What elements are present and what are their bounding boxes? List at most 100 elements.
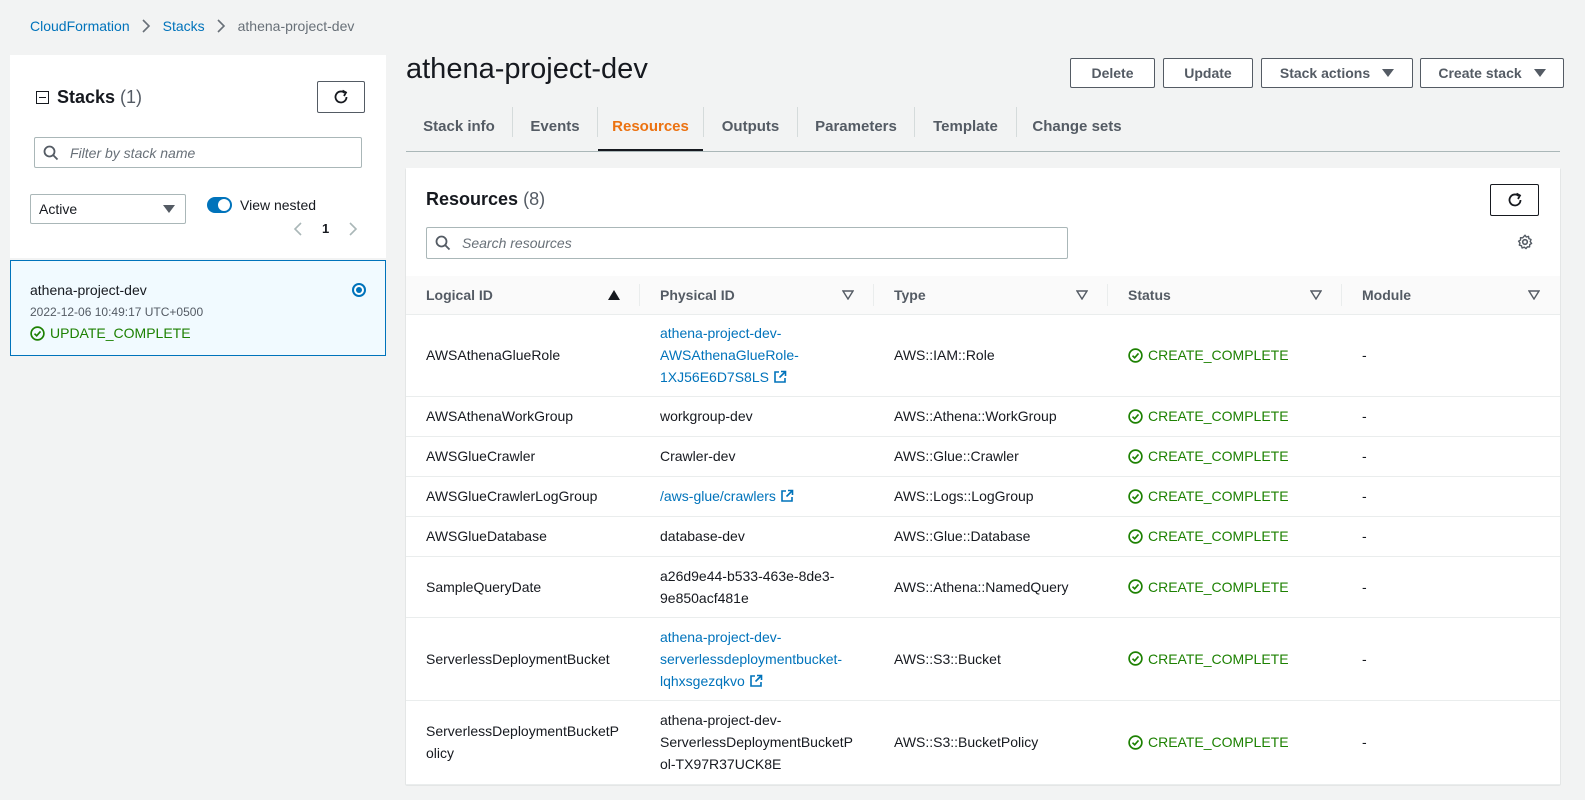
table-row: SampleQueryDate a26d9e44-b533-463e-8de3- 9… [406, 556, 1560, 618]
sort-icon [1310, 290, 1322, 300]
logical-id-cell: AWSGlueCrawler [406, 436, 640, 477]
column-module[interactable]: Module [1342, 276, 1560, 314]
tab-resources[interactable]: Resources [598, 103, 703, 151]
refresh-icon [1508, 192, 1521, 207]
tab-outputs[interactable]: Outputs [704, 103, 797, 150]
logical-id-cell: AWSAthenaWorkGroup [406, 396, 640, 437]
status-cell: CREATE_COMPLETE [1108, 396, 1342, 437]
logical-id-cell: SampleQueryDate [406, 556, 640, 618]
logical-id-cell: ServerlessDeploymentBucketP olicy [406, 700, 640, 785]
type-cell: AWS::Athena::NamedQuery [874, 556, 1108, 618]
tab-parameters[interactable]: Parameters [798, 103, 914, 150]
check-circle-icon [1128, 651, 1143, 666]
stacks-panel-title: Stacks (1) [36, 87, 142, 108]
table-row: AWSAthenaWorkGroup workgroup-dev AWS::Athe… [406, 396, 1560, 437]
status-cell: CREATE_COMPLETE [1108, 617, 1342, 701]
status-badge: CREATE_COMPLETE [1128, 405, 1342, 427]
search-icon [43, 145, 59, 160]
stack-filter[interactable] [34, 137, 362, 168]
view-nested-toggle[interactable] [207, 197, 232, 213]
tab-bar: Stack info Events Resources Outputs Para… [406, 103, 1560, 152]
check-circle-icon [1128, 347, 1143, 363]
resources-title-text: Resources [426, 189, 519, 209]
stacks-refresh-button[interactable] [317, 81, 365, 113]
tab-change-sets[interactable]: Change sets [1017, 103, 1137, 150]
chevron-right-icon[interactable] [349, 221, 358, 236]
resources-title: Resources (8) [426, 189, 545, 210]
status-filter-select[interactable]: Active [30, 194, 186, 224]
view-nested-label: View nested [240, 197, 317, 213]
tab-template[interactable]: Template [915, 103, 1016, 150]
caret-down-icon [1533, 69, 1546, 77]
module-cell: - [1342, 617, 1560, 701]
status-cell: CREATE_COMPLETE [1108, 700, 1342, 785]
stacks-title: Stacks [57, 87, 116, 107]
resource-search[interactable] [426, 227, 1068, 259]
breadcrumb-stacks[interactable]: Stacks [163, 18, 205, 34]
collapse-icon[interactable] [36, 91, 49, 104]
physical-id-text: athena-project-dev- ServerlessDeploymentB… [660, 712, 853, 772]
physical-id-link[interactable]: athena-project-dev-serverlessdeploymentb… [660, 629, 842, 689]
logical-id-cell: AWSGlueCrawlerLogGroup [406, 476, 640, 517]
check-circle-icon [1128, 488, 1143, 504]
delete-button[interactable]: Delete [1070, 58, 1155, 88]
page-number[interactable]: 1 [322, 221, 329, 236]
status-cell: CREATE_COMPLETE [1108, 476, 1342, 517]
chevron-right-icon [142, 19, 151, 33]
type-cell: AWS::Glue::Database [874, 516, 1108, 557]
tab-events[interactable]: Events [513, 103, 597, 150]
sort-icon [1076, 290, 1088, 300]
check-circle-icon [1128, 448, 1143, 464]
caret-down-icon [163, 205, 175, 213]
status-cell: CREATE_COMPLETE [1108, 436, 1342, 477]
tab-stack-info[interactable]: Stack info [406, 103, 512, 150]
chevron-left-icon[interactable] [293, 221, 302, 236]
module-cell: - [1342, 556, 1560, 618]
external-link-icon [781, 489, 794, 502]
gear-icon[interactable] [1517, 234, 1533, 250]
physical-id-cell: a26d9e44-b533-463e-8de3- 9e850acf481e [640, 556, 874, 618]
status-cell: CREATE_COMPLETE [1108, 516, 1342, 557]
stack-list-item[interactable]: athena-project-dev 2022-12-06 10:49:17 U… [10, 260, 386, 356]
status-filter-value: Active [39, 201, 78, 217]
module-cell: - [1342, 516, 1560, 557]
create-stack-button[interactable]: Create stack [1420, 58, 1564, 88]
stack-filter-input[interactable] [68, 143, 352, 162]
check-circle-icon [1128, 734, 1143, 750]
type-cell: AWS::Athena::WorkGroup [874, 396, 1108, 437]
status-badge: CREATE_COMPLETE [1128, 344, 1342, 366]
module-cell: - [1342, 436, 1560, 477]
page-title: athena-project-dev [406, 53, 648, 85]
module-cell: - [1342, 476, 1560, 517]
physical-id-cell: database-dev [640, 516, 874, 557]
physical-id-link[interactable]: athena-project-dev- AWSAthenaGlueRole- 1XJ… [660, 325, 799, 385]
type-cell: AWS::Glue::Crawler [874, 436, 1108, 477]
stack-actions-button[interactable]: Stack actions [1261, 58, 1413, 88]
breadcrumb-current: athena-project-dev [237, 18, 355, 34]
stacks-count: (1) [120, 87, 143, 107]
column-type[interactable]: Type [874, 276, 1108, 314]
column-physical-id[interactable]: Physical ID [640, 276, 874, 314]
pagination: 1 [293, 221, 358, 236]
column-logical-id[interactable]: Logical ID [406, 276, 640, 314]
type-cell: AWS::IAM::Role [874, 314, 1108, 397]
column-status[interactable]: Status [1108, 276, 1342, 314]
physical-id-cell: athena-project-dev-serverlessdeploymentb… [640, 617, 874, 701]
resources-refresh-button[interactable] [1490, 184, 1539, 216]
module-cell: - [1342, 314, 1560, 397]
logical-id-cell: ServerlessDeploymentBucket [406, 617, 640, 701]
physical-id-link[interactable]: /aws-glue/crawlers [660, 488, 794, 504]
type-cell: AWS::S3::BucketPolicy [874, 700, 1108, 785]
update-button[interactable]: Update [1163, 58, 1253, 88]
physical-id-text: Crawler-dev [660, 448, 736, 464]
caret-down-icon [1382, 69, 1395, 77]
stack-radio[interactable] [352, 283, 366, 297]
check-circle-icon [1128, 408, 1143, 424]
resources-count: (8) [523, 189, 546, 209]
status-cell: CREATE_COMPLETE [1108, 314, 1342, 397]
create-stack-label: Create stack [1438, 65, 1522, 81]
stack-status-text: UPDATE_COMPLETE [50, 325, 191, 341]
resource-search-input[interactable] [460, 234, 744, 252]
chevron-right-icon [217, 19, 226, 33]
breadcrumb-cloudformation[interactable]: CloudFormation [30, 18, 130, 34]
